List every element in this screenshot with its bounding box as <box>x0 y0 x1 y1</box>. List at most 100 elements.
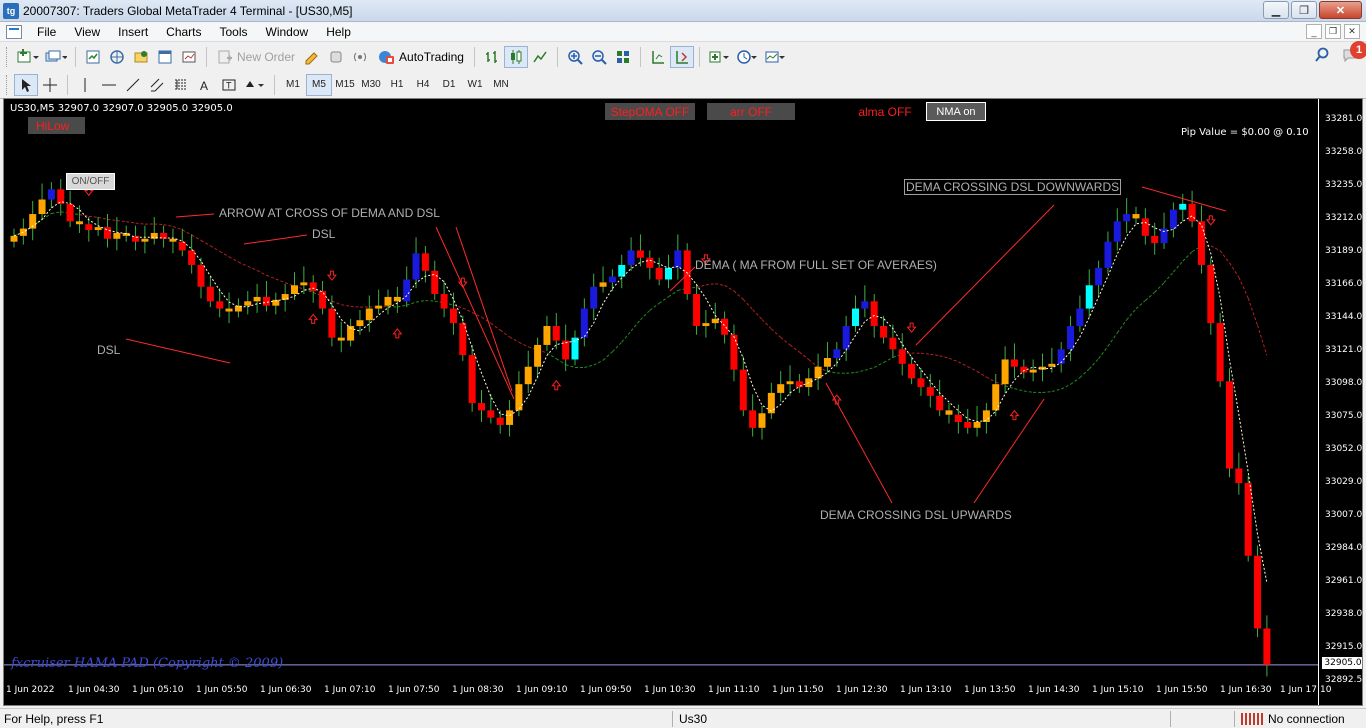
minimize-button[interactable]: ▁ <box>1263 1 1289 19</box>
navigator-icon[interactable] <box>129 46 153 68</box>
auto-scroll-icon[interactable] <box>669 46 694 68</box>
fibonacci-icon[interactable] <box>169 74 193 96</box>
dsl-line-segment <box>453 304 463 309</box>
onoff-button[interactable]: ON/OFF <box>66 173 115 190</box>
candle-body <box>889 337 897 350</box>
strategy-tester-icon[interactable] <box>177 46 201 68</box>
candle-body <box>982 410 990 422</box>
dsl-line-segment <box>1014 388 1024 392</box>
ohlc-header: US30,M5 32907.0 32907.0 32905.0 32905.0 <box>10 103 233 114</box>
candle-body <box>936 395 944 411</box>
menu-insert[interactable]: Insert <box>109 25 157 39</box>
templates-icon[interactable] <box>761 46 789 68</box>
nma-toggle-button[interactable]: NMA on <box>926 102 986 121</box>
child-minimize-button[interactable]: _ <box>1306 24 1322 39</box>
child-close-button[interactable]: ✕ <box>1344 24 1360 39</box>
candle-body <box>281 294 289 300</box>
candle-body <box>1001 359 1009 385</box>
time-tick: 1 Jun 06:30 <box>260 685 312 695</box>
menu-charts[interactable]: Charts <box>157 25 210 39</box>
crosshair-icon[interactable] <box>38 74 62 96</box>
zoom-out-icon[interactable] <box>587 46 611 68</box>
candle-body <box>786 381 794 385</box>
status-profile[interactable]: Us30 <box>679 712 707 726</box>
trendline-icon[interactable] <box>121 74 145 96</box>
period-h4[interactable]: H4 <box>410 74 436 96</box>
text-icon[interactable]: A <box>193 74 217 96</box>
menu-file[interactable]: File <box>28 25 65 39</box>
equidistant-channel-icon[interactable] <box>145 74 169 96</box>
annotation-arrow-cross: ARROW AT CROSS OF DEMA AND DSL <box>219 206 440 220</box>
menu-help[interactable]: Help <box>317 25 360 39</box>
arrows-icon[interactable] <box>241 74 269 96</box>
period-m30[interactable]: M30 <box>358 74 384 96</box>
stepoma-toggle-button[interactable]: StepOMA OFF <box>605 103 695 120</box>
radio-signal-icon[interactable] <box>348 46 372 68</box>
dsl-line-segment <box>668 290 679 298</box>
close-button[interactable]: ✕ <box>1319 1 1362 19</box>
text-label-icon[interactable]: T <box>217 74 241 96</box>
hilow-button[interactable]: HiLow <box>28 117 85 134</box>
dsl-line-segment <box>79 214 89 217</box>
dsl-line-segment <box>883 356 894 364</box>
menu-view[interactable]: View <box>65 25 109 39</box>
data-window-icon[interactable] <box>105 46 129 68</box>
toolbar-grip[interactable] <box>6 74 10 95</box>
dsl-line-segment <box>1257 325 1268 356</box>
status-bar: For Help, press F1 Us30 No connection <box>0 708 1366 728</box>
period-mn[interactable]: MN <box>488 74 514 96</box>
dsl-line-segment <box>191 234 202 241</box>
connection-status[interactable]: No connection <box>1241 712 1345 726</box>
candle-body <box>169 238 177 242</box>
dsl-line-segment <box>761 319 772 330</box>
new-order-button[interactable]: New Order <box>212 46 300 68</box>
candlestick-chart-icon[interactable] <box>503 46 528 68</box>
dsl-line-segment <box>593 359 604 366</box>
period-m5[interactable]: M5 <box>306 73 332 96</box>
autotrading-button[interactable]: AutoTrading <box>372 46 469 68</box>
cursor-icon[interactable] <box>14 73 38 96</box>
candle-body <box>104 227 111 239</box>
terminal-icon[interactable] <box>153 46 177 68</box>
chart-shift-icon[interactable] <box>646 46 670 68</box>
candle-body <box>1029 369 1037 373</box>
search-icon[interactable] <box>1314 47 1330 66</box>
tile-windows-icon[interactable] <box>611 46 635 68</box>
maximize-button[interactable]: ❐ <box>1291 1 1317 19</box>
period-w1[interactable]: W1 <box>462 74 488 96</box>
dsl-line-segment <box>397 304 407 308</box>
vertical-line-icon[interactable] <box>73 74 97 96</box>
child-restore-button[interactable]: ❐ <box>1325 24 1341 39</box>
chart-window[interactable]: US30,M5 32907.0 32907.0 32905.0 32905.0 … <box>3 98 1363 706</box>
notifications-button[interactable]: 1 <box>1342 41 1366 66</box>
line-chart-icon[interactable] <box>528 46 552 68</box>
menu-window[interactable]: Window <box>257 25 318 39</box>
zoom-in-icon[interactable] <box>563 46 587 68</box>
candle-body <box>524 366 532 385</box>
chart-window-icon[interactable] <box>6 24 22 39</box>
menu-tools[interactable]: Tools <box>211 25 257 39</box>
new-chart-icon[interactable] <box>14 46 42 68</box>
profiles-icon[interactable] <box>42 46 70 68</box>
signals-icon[interactable] <box>324 46 348 68</box>
bar-chart-icon[interactable] <box>480 46 504 68</box>
window-title: 20007307: Traders Global MetaTrader 4 Te… <box>23 3 353 18</box>
toolbar-grip[interactable] <box>6 47 10 67</box>
dsl-line-segment <box>930 353 940 357</box>
alma-toggle-button[interactable]: alma OFF <box>855 103 915 120</box>
period-m1[interactable]: M1 <box>280 74 306 96</box>
candle-body <box>244 301 252 306</box>
indicators-icon[interactable] <box>705 46 733 68</box>
period-m15[interactable]: M15 <box>332 74 358 96</box>
period-h1[interactable]: H1 <box>384 74 410 96</box>
candle-body <box>309 282 317 292</box>
periods-icon[interactable] <box>733 46 761 68</box>
arrows-toggle-button[interactable]: arr OFF <box>707 103 795 120</box>
horizontal-line-icon[interactable] <box>97 74 121 96</box>
market-watch-icon[interactable] <box>81 46 105 68</box>
time-tick: 1 Jun 14:30 <box>1028 685 1080 695</box>
candle-body <box>1010 359 1018 367</box>
status-separator <box>672 711 673 727</box>
period-d1[interactable]: D1 <box>436 74 462 96</box>
metaeditor-icon[interactable] <box>300 46 324 68</box>
